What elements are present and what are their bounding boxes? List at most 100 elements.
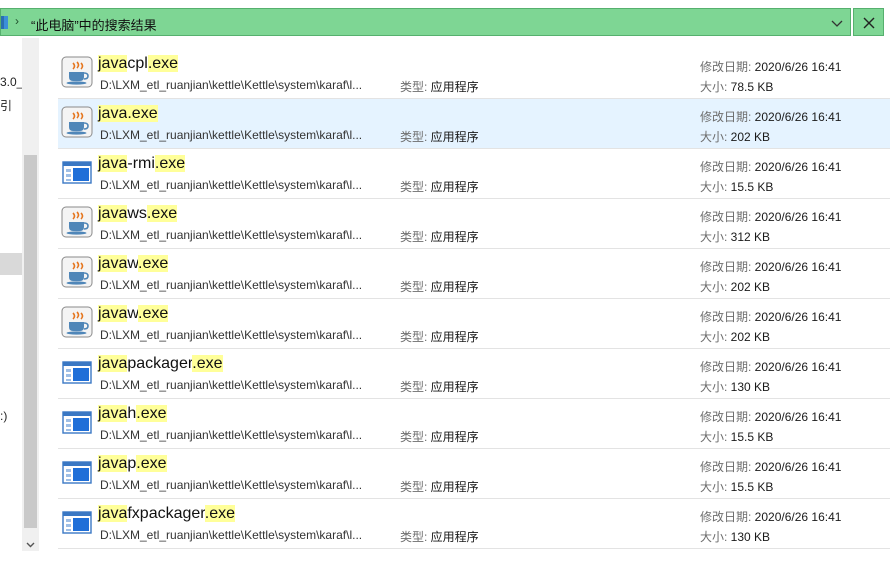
file-name-part: .exe (138, 255, 169, 272)
modified-label: 修改日期: (700, 60, 755, 74)
file-row[interactable]: javafxpackager.exe D:\LXM_etl_ruanjian\ke… (58, 499, 890, 549)
file-modified: 修改日期: 2020/6/26 16:41 (700, 158, 841, 175)
file-size: 大小: 78.5 KB (700, 78, 773, 95)
file-row[interactable]: javaws.exe D:\LXM_etl_ruanjian\kettle\Ket… (58, 199, 890, 249)
nav-scrollbar[interactable] (22, 38, 39, 551)
file-row[interactable]: javapackager.exe D:\LXM_etl_ruanjian\kett… (58, 349, 890, 399)
file-size: 大小: 130 KB (700, 528, 770, 545)
file-row[interactable]: java.exe D:\LXM_etl_ruanjian\kettle\Kettl… (58, 99, 890, 149)
size-value: 202 KB (730, 130, 771, 144)
file-name[interactable]: javap.exe (98, 453, 167, 475)
modified-value: 2020/6/26 16:41 (754, 360, 842, 374)
file-name[interactable]: java.exe (98, 103, 158, 125)
type-label: 类型: (400, 480, 431, 494)
type-value: 应用程序 (430, 430, 479, 444)
type-value: 应用程序 (430, 480, 479, 494)
file-name-part: cpl (127, 55, 148, 72)
file-name[interactable]: javacpl.exe (98, 53, 179, 75)
nav-item-selected[interactable] (0, 253, 22, 275)
search-results-list: javacpl.exe D:\LXM_etl_ruanjian\kettle\Ke… (58, 49, 890, 549)
file-name-part: java (98, 455, 128, 472)
java-cup-icon (61, 256, 93, 288)
file-size: 大小: 202 KB (700, 328, 770, 345)
file-modified: 修改日期: 2020/6/26 16:41 (700, 108, 841, 125)
modified-value: 2020/6/26 16:41 (754, 460, 842, 474)
type-label: 类型: (400, 330, 431, 344)
type-label: 类型: (400, 130, 431, 144)
file-name-part: .exe (204, 505, 235, 522)
file-type: 类型: 应用程序 (400, 428, 479, 445)
search-location-bar: › “此电脑”中的搜索结果 (0, 8, 890, 38)
java-cup-icon (61, 56, 93, 88)
file-name[interactable]: javapackager.exe (98, 353, 223, 375)
modified-label: 修改日期: (700, 510, 755, 524)
modified-value: 2020/6/26 16:41 (754, 60, 842, 74)
window-app-icon (62, 411, 92, 434)
type-label: 类型: (400, 230, 431, 244)
modified-value: 2020/6/26 16:41 (754, 310, 842, 324)
file-size: 大小: 202 KB (700, 278, 770, 295)
file-path: D:\LXM_etl_ruanjian\kettle\Kettle\system… (100, 128, 363, 142)
breadcrumb-search-results[interactable]: “此电脑”中的搜索结果 (31, 15, 157, 34)
type-value: 应用程序 (430, 180, 479, 194)
modified-value: 2020/6/26 16:41 (754, 210, 842, 224)
file-row[interactable]: javap.exe D:\LXM_etl_ruanjian\kettle\Kett… (58, 449, 890, 499)
file-name-part: .exe (192, 355, 223, 372)
size-label: 大小: (700, 380, 731, 394)
nav-item-fragment[interactable]: :) (0, 409, 7, 423)
size-label: 大小: (700, 330, 731, 344)
file-row[interactable]: java-rmi.exe D:\LXM_etl_ruanjian\kettle\K… (58, 149, 890, 199)
file-name-part: h (127, 405, 137, 422)
file-size: 大小: 15.5 KB (700, 428, 773, 445)
scroll-down-icon[interactable] (26, 540, 35, 549)
window-app-icon (62, 161, 92, 184)
file-name[interactable]: javafxpackager.exe (98, 503, 235, 525)
nav-item-fragment[interactable]: 3.0_ (0, 75, 23, 89)
file-name-part: fxpackager (127, 505, 205, 522)
java-cup-icon (61, 106, 93, 138)
size-value: 78.5 KB (730, 80, 774, 94)
file-path: D:\LXM_etl_ruanjian\kettle\Kettle\system… (100, 228, 363, 242)
size-label: 大小: (700, 180, 731, 194)
file-row[interactable]: javacpl.exe D:\LXM_etl_ruanjian\kettle\Ke… (58, 49, 890, 99)
scrollbar-thumb[interactable] (24, 155, 37, 528)
file-row[interactable]: javah.exe D:\LXM_etl_ruanjian\kettle\Kett… (58, 399, 890, 449)
file-name-part: java (98, 205, 128, 222)
type-label: 类型: (400, 180, 431, 194)
size-label: 大小: (700, 430, 731, 444)
size-value: 312 KB (730, 230, 771, 244)
size-value: 15.5 KB (730, 430, 774, 444)
file-type: 类型: 应用程序 (400, 228, 479, 245)
size-value: 15.5 KB (730, 180, 774, 194)
file-size: 大小: 202 KB (700, 128, 770, 145)
file-name[interactable]: javah.exe (98, 403, 167, 425)
file-name[interactable]: javaws.exe (98, 203, 178, 225)
file-path: D:\LXM_etl_ruanjian\kettle\Kettle\system… (100, 378, 363, 392)
file-row[interactable]: javaw.exe D:\LXM_etl_ruanjian\kettle\Kett… (58, 249, 890, 299)
explorer-window: › “此电脑”中的搜索结果 3.0_ 引 :) javacpl.exe D:\LX… (0, 0, 890, 562)
clear-search-button[interactable] (853, 8, 884, 36)
file-name-part: java (98, 155, 128, 172)
size-label: 大小: (700, 130, 731, 144)
file-type: 类型: 应用程序 (400, 328, 479, 345)
file-path: D:\LXM_etl_ruanjian\kettle\Kettle\system… (100, 78, 363, 92)
window-app-icon (62, 511, 92, 534)
file-name[interactable]: java-rmi.exe (98, 153, 186, 175)
breadcrumb-separator[interactable]: › (15, 14, 19, 28)
file-modified: 修改日期: 2020/6/26 16:41 (700, 58, 841, 75)
chevron-down-icon[interactable] (830, 16, 844, 30)
file-name-part: .exe (138, 305, 169, 322)
type-label: 类型: (400, 430, 431, 444)
file-size: 大小: 130 KB (700, 378, 770, 395)
address-bar[interactable]: › “此电脑”中的搜索结果 (0, 8, 851, 36)
type-value: 应用程序 (430, 280, 479, 294)
file-name-part: .exe (146, 205, 178, 222)
type-label: 类型: (400, 280, 431, 294)
file-name[interactable]: javaw.exe (98, 253, 169, 275)
nav-item-fragment[interactable]: 引 (0, 97, 12, 114)
size-value: 130 KB (730, 380, 771, 394)
file-name-part: .exe (136, 455, 167, 472)
file-row[interactable]: javaw.exe D:\LXM_etl_ruanjian\kettle\Kett… (58, 299, 890, 349)
file-modified: 修改日期: 2020/6/26 16:41 (700, 258, 841, 275)
file-name[interactable]: javaw.exe (98, 303, 169, 325)
